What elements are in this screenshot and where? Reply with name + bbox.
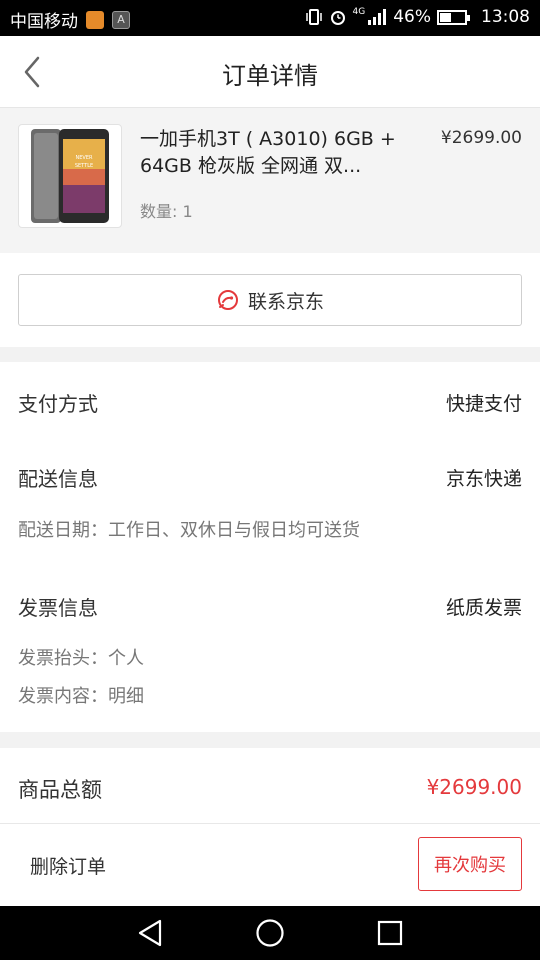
delivery-info-value: 京东快递 [445,468,522,490]
network-type-label: 4G [352,7,366,17]
triangle-back-icon [138,919,162,947]
product-quantity: 数量: 1 [140,202,193,221]
payment-method-value: 快捷支付 [445,393,522,415]
battery-icon [437,9,470,25]
product-price: ¥2699.00 [440,128,522,148]
svg-text:SETTLE: SETTLE [75,163,93,169]
nav-recents-button[interactable] [375,918,405,948]
bottom-action-bar: 删除订单 再次购买 [0,824,540,906]
buy-again-button[interactable]: 再次购买 [418,837,522,891]
clock: 13:08 [481,7,530,27]
contact-label: 联系京东 [247,290,324,313]
thumb-text: NEVER [76,155,93,161]
vibrate-icon [305,9,322,25]
invoice-info-value: 纸质发票 [445,597,522,619]
nav-home-button[interactable] [255,918,285,948]
delete-order-button[interactable]: 删除订单 [30,852,106,879]
app-notification-icon [86,10,104,29]
product-name[interactable]: 一加手机3T ( A3010) 6GB + 64GB 枪灰版 全网通 双... [140,126,420,180]
delivery-date: 配送日期：工作日、双休日与假日均可送货 [18,520,360,541]
total-label: 商品总额 [18,778,102,802]
delivery-info-label: 配送信息 [18,467,98,491]
battery-percent: 46% [393,7,431,27]
invoice-title: 发票抬头：个人 [18,648,144,669]
system-nav-bar [0,906,540,960]
page-title: 订单详情 [222,62,318,90]
square-recents-icon [377,920,403,946]
contact-jd-button[interactable]: 联系京东 [18,274,522,326]
total-section: 商品总额 ¥2699.00 [0,748,540,824]
chat-icon [217,290,238,310]
product-image[interactable]: NEVER SETTLE [18,124,122,228]
total-amount: ¥2699.00 [426,775,522,799]
phone-image: NEVER SETTLE [31,129,109,223]
signal-icon [368,9,387,25]
status-bar: 中国移动 A 4G 46% 13:08 [0,0,540,36]
invoice-content: 发票内容：明细 [18,686,144,707]
circle-home-icon [256,919,284,947]
invoice-info-label: 发票信息 [18,596,98,620]
order-info-section: 支付方式 快捷支付 配送信息 京东快递 配送日期：工作日、双休日与假日均可送货 … [0,362,540,732]
product-item[interactable]: NEVER SETTLE 一加手机3T ( A3010) 6GB + 64GB … [0,108,540,253]
app-header: 订单详情 [0,36,540,108]
nav-back-button[interactable] [135,918,165,948]
font-notification-icon: A [112,10,130,29]
payment-method-label: 支付方式 [18,392,98,416]
contact-section: 联系京东 [0,253,540,347]
carrier-label: 中国移动 [10,12,78,32]
alarm-icon [330,11,345,25]
